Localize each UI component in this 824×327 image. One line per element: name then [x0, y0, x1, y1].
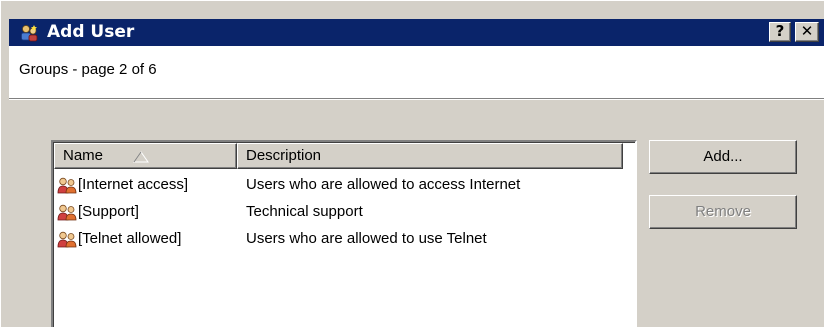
user-group-icon	[57, 204, 77, 221]
column-name-label: Name	[63, 147, 104, 164]
remove-button[interactable]: Remove	[649, 195, 797, 229]
group-description: Technical support	[246, 203, 363, 220]
sort-ascending-icon	[133, 151, 149, 163]
list-rows: [Internet access] Users who are allowed …	[54, 172, 635, 253]
column-header-description[interactable]: Description	[237, 143, 623, 169]
add-button[interactable]: Add...	[649, 140, 797, 174]
group-description: Users who are allowed to access Internet	[246, 176, 521, 193]
user-group-icon	[57, 231, 77, 248]
list-item[interactable]: [Support] Technical support	[54, 199, 635, 226]
users-wizard-icon	[21, 25, 38, 42]
group-description: Users who are allowed to use Telnet	[246, 230, 487, 247]
wizard-header: Groups - page 2 of 6	[9, 46, 824, 98]
help-button[interactable]: ?	[769, 22, 791, 42]
page-subtitle: Groups - page 2 of 6	[19, 61, 157, 78]
group-name: [Support]	[78, 203, 139, 220]
list-item[interactable]: [Telnet allowed] Users who are allowed t…	[54, 226, 635, 253]
user-group-icon	[57, 177, 77, 194]
list-item[interactable]: [Internet access] Users who are allowed …	[54, 172, 635, 199]
window-title: Add User	[47, 22, 135, 42]
groups-list[interactable]: Name Description [Internet access] Users…	[51, 140, 637, 327]
add-user-dialog: Add User ? ✕ Groups - page 2 of 6 Name D…	[0, 0, 824, 327]
close-button[interactable]: ✕	[795, 22, 819, 42]
column-description-label: Description	[246, 147, 322, 164]
column-header-name[interactable]: Name	[54, 143, 237, 169]
title-bar[interactable]: Add User ? ✕	[9, 19, 824, 46]
group-name: [Telnet allowed]	[78, 230, 182, 247]
list-header: Name Description	[54, 143, 635, 169]
dialog-body: Name Description [Internet access] Users…	[9, 100, 824, 327]
group-name: [Internet access]	[78, 176, 189, 193]
